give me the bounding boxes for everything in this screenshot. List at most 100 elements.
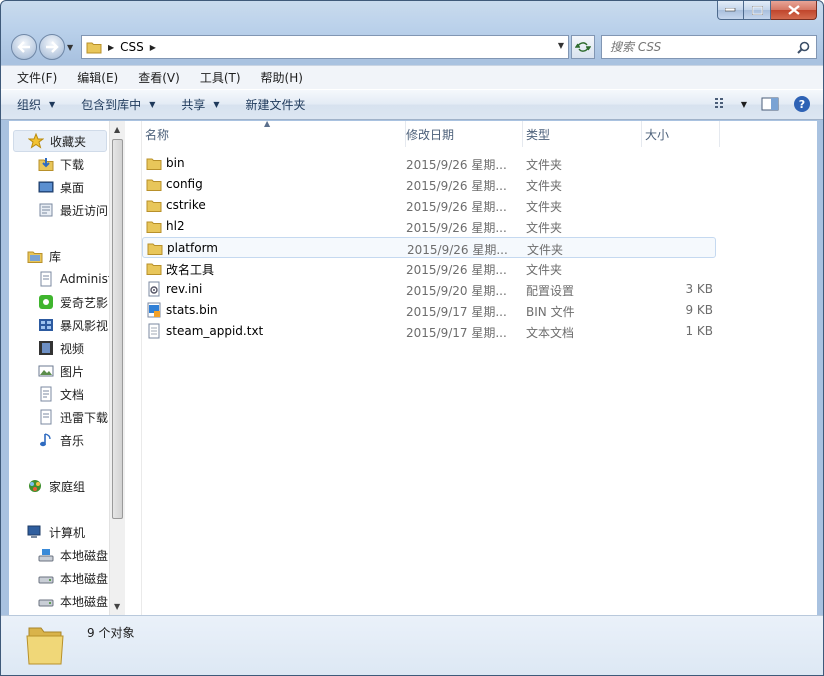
file-size: 1 KB — [685, 324, 713, 338]
file-name: hl2 — [166, 219, 185, 233]
table-row[interactable]: config 2015/9/26 星期... 文件夹 — [142, 174, 716, 195]
pane-splitter[interactable] — [125, 121, 142, 615]
sidebar-item-recent[interactable]: 最近访问 — [9, 199, 109, 221]
picture-icon — [38, 365, 54, 377]
svg-text:?: ? — [799, 98, 805, 111]
video-library-icon — [39, 319, 53, 331]
hard-drive-icon — [38, 576, 54, 584]
navigation-scrollbar[interactable]: ▲ ▼ — [109, 121, 125, 615]
menu-view[interactable]: 查看(V) — [134, 67, 184, 88]
sidebar-item-drive-1[interactable]: 本地磁盘 — [9, 544, 109, 566]
column-label: 修改日期 — [406, 127, 455, 142]
scroll-up-icon[interactable]: ▲ — [114, 125, 120, 134]
text-file-icon — [148, 323, 160, 339]
folder-icon — [146, 179, 162, 191]
minimize-button[interactable] — [717, 1, 744, 20]
sidebar-item-music[interactable]: 音乐 — [9, 429, 109, 451]
column-header-size[interactable]: 大小 — [642, 121, 720, 147]
menu-help[interactable]: 帮助(H) — [257, 67, 307, 88]
share-label: 共享 — [181, 98, 206, 112]
sort-ascending-icon: ▲ — [264, 119, 271, 128]
address-bar[interactable]: ▶ CSS ▶ ▼ — [81, 35, 569, 59]
help-button[interactable]: ? — [793, 95, 811, 113]
column-header-date[interactable]: 修改日期 — [403, 121, 523, 147]
table-row[interactable]: 改名工具 2015/9/26 星期... 文件夹 — [142, 258, 716, 279]
address-dropdown[interactable]: ▼ — [558, 41, 564, 50]
sidebar-item-label: 图片 — [60, 364, 85, 379]
close-button[interactable] — [771, 1, 817, 20]
column-header-type[interactable]: 类型 — [523, 121, 642, 147]
refresh-button[interactable] — [571, 35, 595, 59]
search-input[interactable] — [610, 40, 790, 54]
menu-edit[interactable]: 编辑(E) — [73, 67, 122, 88]
menu-tools[interactable]: 工具(T) — [196, 67, 245, 88]
file-list: 名称 ▲ 修改日期 类型 大小 bin 2015/9/26 星期... 文件夹 — [142, 119, 817, 615]
sidebar-item-lib-3[interactable]: 暴风影视 — [9, 314, 109, 336]
include-in-library-button[interactable]: 包含到库中 ▼ — [81, 96, 155, 113]
sidebar-item-thunder[interactable]: 迅雷下载 — [9, 406, 109, 428]
sidebar-item-desktop[interactable]: 桌面 — [9, 176, 109, 198]
search-icon[interactable] — [797, 41, 810, 54]
sidebar-item-label: 库 — [49, 249, 62, 264]
iqiyi-icon — [39, 295, 53, 309]
column-header-name[interactable]: 名称 ▲ — [142, 119, 406, 147]
table-row[interactable]: hl2 2015/9/26 星期... 文件夹 — [142, 216, 716, 237]
file-date: 2015/9/26 星期... — [406, 179, 507, 193]
menu-file[interactable]: 文件(F) — [13, 67, 61, 88]
sidebar-item-homegroup[interactable]: 家庭组 — [9, 475, 109, 497]
document-library-icon — [40, 271, 52, 287]
file-name: cstrike — [166, 198, 206, 212]
scroll-down-icon[interactable]: ▼ — [114, 602, 120, 611]
file-name: rev.ini — [166, 282, 203, 296]
back-button[interactable] — [11, 34, 37, 60]
organize-button[interactable]: 组织 ▼ — [17, 96, 55, 113]
maximize-button[interactable] — [744, 1, 771, 20]
folder-icon — [147, 243, 163, 255]
film-icon — [39, 341, 53, 355]
chevron-down-icon: ▼ — [49, 100, 56, 109]
recent-pages-dropdown[interactable]: ▼ — [67, 43, 73, 52]
sidebar-item-downloads[interactable]: 下载 — [9, 153, 109, 175]
table-row[interactable]: steam_appid.txt 2015/9/17 星期... 文本文档 1 K… — [142, 321, 716, 342]
file-name: platform — [167, 241, 218, 255]
minimize-icon — [725, 8, 736, 12]
new-folder-button[interactable]: 新建文件夹 — [246, 96, 306, 113]
sidebar-item-videos[interactable]: 视频 — [9, 337, 109, 359]
search-box[interactable] — [601, 35, 817, 59]
share-button[interactable]: 共享 ▼ — [181, 96, 219, 113]
sidebar-item-documents[interactable]: 文档 — [9, 383, 109, 405]
sidebar-item-pictures[interactable]: 图片 — [9, 360, 109, 382]
sidebar-item-label: 本地磁盘 — [60, 594, 109, 609]
maximize-icon — [751, 5, 763, 15]
sidebar-item-drive-2[interactable]: 本地磁盘 — [9, 567, 109, 589]
sidebar-item-libraries[interactable]: 库 — [9, 245, 109, 267]
sidebar-item-lib-1[interactable]: Administ — [9, 268, 113, 290]
table-row[interactable]: bin 2015/9/26 星期... 文件夹 — [142, 153, 716, 174]
forward-arrow-icon — [46, 41, 59, 53]
sidebar-item-favorites[interactable]: 收藏夹 — [13, 130, 107, 152]
file-type: 文件夹 — [526, 179, 563, 193]
navigation-pane[interactable]: 收藏夹 下载 桌面 最近访问 库 Administ 爱奇艺影 暴风影视 视频 图… — [9, 121, 125, 615]
table-row[interactable]: stats.bin 2015/9/17 星期... BIN 文件 9 KB — [142, 300, 716, 321]
sidebar-item-computer[interactable]: 计算机 — [9, 521, 109, 543]
view-mode-button[interactable]: ▼ — [714, 97, 747, 111]
forward-button[interactable] — [39, 34, 65, 60]
breadcrumb-separator[interactable]: ▶ — [108, 43, 114, 52]
breadcrumb-current[interactable]: CSS — [120, 40, 144, 54]
details-pane: 9 个对象 — [1, 615, 823, 675]
table-row[interactable]: rev.ini 2015/9/20 星期... 配置设置 3 KB — [142, 279, 716, 300]
sidebar-item-label: 暴风影视 — [60, 318, 109, 333]
content-area: 收藏夹 下载 桌面 最近访问 库 Administ 爱奇艺影 暴风影视 视频 图… — [9, 119, 817, 615]
chevron-down-icon: ▼ — [740, 99, 747, 109]
preview-pane-button[interactable] — [761, 97, 779, 111]
table-row-highlighted[interactable]: platform 2015/9/26 星期... 文件夹 — [142, 237, 716, 258]
sidebar-item-drive-3[interactable]: 本地磁盘 — [9, 590, 109, 612]
table-row[interactable]: cstrike 2015/9/26 星期... 文件夹 — [142, 195, 716, 216]
file-type: 文件夹 — [526, 200, 563, 214]
details-view-icon — [714, 98, 723, 108]
sidebar-item-lib-2[interactable]: 爱奇艺影 — [9, 291, 109, 313]
file-type: 文件夹 — [526, 263, 563, 277]
breadcrumb-separator[interactable]: ▶ — [150, 43, 156, 52]
sidebar-item-label: Administ — [60, 272, 113, 286]
scroll-thumb[interactable] — [112, 139, 123, 519]
